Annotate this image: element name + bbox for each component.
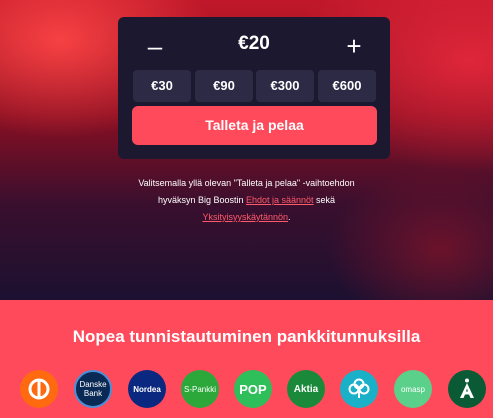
saastopankki-clover-icon bbox=[348, 378, 370, 398]
deposit-and-play-button[interactable]: Talleta ja pelaa bbox=[132, 106, 377, 145]
preset-amount-button[interactable]: €90 bbox=[195, 70, 253, 102]
pop-label: POP bbox=[239, 381, 267, 397]
op-symbol-icon bbox=[28, 378, 50, 400]
preset-amount-button[interactable]: €30 bbox=[133, 70, 191, 102]
pop-logo-icon[interactable]: POP bbox=[234, 370, 272, 408]
alandsbanken-a-icon bbox=[460, 378, 474, 398]
aktia-logo-icon[interactable]: Aktia bbox=[287, 370, 325, 408]
amount-stepper: – €20 + bbox=[118, 17, 390, 73]
s-pankki-logo-icon[interactable]: S-Pankki bbox=[181, 370, 219, 408]
deposit-card: – €20 + €30 €90 €300 €600 Talleta ja pel… bbox=[118, 17, 390, 159]
deposit-amount: €20 bbox=[238, 33, 270, 54]
danske-bank-label-line-2: Bank bbox=[83, 389, 103, 398]
terms-line-2: hyväksyn Big Boostin Ehdot ja säännöt se… bbox=[120, 192, 373, 209]
danske-bank-logo-icon[interactable]: Danske Bank bbox=[74, 370, 112, 408]
terms-notice: Valitsemalla yllä olevan "Talleta ja pel… bbox=[120, 175, 373, 226]
terms-text: sekä bbox=[313, 195, 336, 205]
terms-line-3: Yksityisyyskäytännön. bbox=[120, 209, 373, 226]
terms-text: hyväksyn Big Boostin bbox=[157, 195, 246, 205]
bank-login-title: Nopea tunnistautuminen pankkitunnuksilla bbox=[72, 327, 421, 346]
alandsbanken-logo-icon[interactable] bbox=[448, 370, 486, 408]
aktia-label: Aktia bbox=[293, 383, 319, 395]
privacy-policy-link[interactable]: Yksityisyyskäytännön bbox=[202, 212, 288, 222]
terms-and-conditions-link[interactable]: Ehdot ja säännöt bbox=[246, 195, 314, 205]
op-logo-icon[interactable] bbox=[20, 370, 58, 408]
terms-text: . bbox=[288, 212, 291, 222]
increase-amount-button[interactable]: + bbox=[339, 31, 369, 61]
omasp-logo-icon[interactable]: omasp bbox=[394, 370, 432, 408]
danske-bank-label-line-1: Danske bbox=[79, 380, 107, 389]
terms-line-1: Valitsemalla yllä olevan "Talleta ja pel… bbox=[138, 178, 355, 188]
omasp-label: omasp bbox=[400, 384, 425, 394]
bank-login-section: Nopea tunnistautuminen pankkitunnuksilla… bbox=[0, 300, 493, 418]
saastopankki-logo-icon[interactable] bbox=[340, 370, 378, 408]
nordea-logo-icon[interactable]: Nordea bbox=[128, 370, 166, 408]
preset-amount-button[interactable]: €600 bbox=[318, 70, 376, 102]
decrease-amount-button[interactable]: – bbox=[140, 31, 170, 61]
preset-amount-button[interactable]: €300 bbox=[256, 70, 314, 102]
nordea-label: Nordea bbox=[133, 384, 161, 394]
s-pankki-label: S-Pankki bbox=[183, 384, 216, 394]
